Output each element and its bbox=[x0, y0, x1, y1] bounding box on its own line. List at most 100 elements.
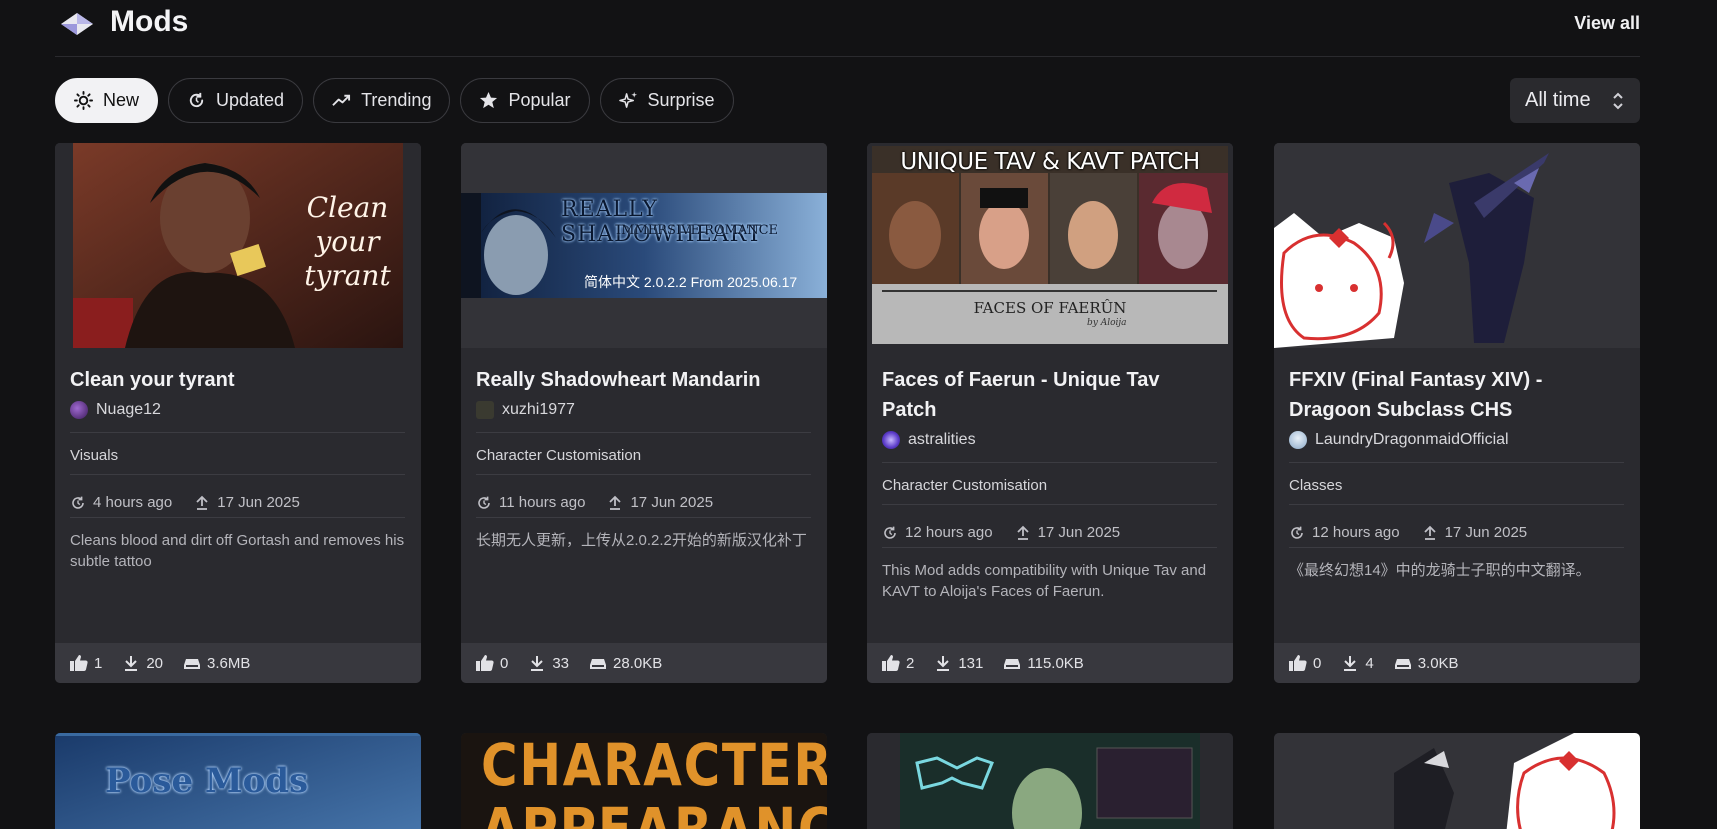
file-size: 3.6MB bbox=[207, 654, 251, 672]
thumbnail-image bbox=[1274, 143, 1640, 348]
tab-surprise[interactable]: Surprise bbox=[599, 78, 734, 123]
size-stat: 3.6MB bbox=[183, 655, 250, 672]
mod-card[interactable] bbox=[867, 733, 1233, 829]
mod-card[interactable]: Pose Mods bbox=[55, 733, 421, 829]
mod-dates: 4 hours ago 17 Jun 2025 bbox=[70, 474, 405, 517]
mod-description: This Mod adds compatibility with Unique … bbox=[882, 547, 1217, 602]
thumbs-up-icon bbox=[1289, 655, 1307, 671]
like-count: 1 bbox=[94, 654, 103, 672]
mod-thumbnail[interactable]: UNIQUE TAV & KAVT PATCH FACES OF FAERÛN … bbox=[867, 143, 1233, 348]
thumbnail-image bbox=[867, 733, 1233, 829]
mod-title[interactable]: Clean your tyrant bbox=[70, 365, 405, 395]
logo-icon bbox=[61, 13, 93, 35]
updated-date: 12 hours ago bbox=[1289, 518, 1400, 547]
thumbnail-caption: by Aloija bbox=[1087, 318, 1127, 328]
mod-card[interactable]: FFXIV (Final Fantasy XIV) - Dragoon Subc… bbox=[1274, 143, 1640, 683]
like-button[interactable]: 2 bbox=[882, 655, 914, 672]
download-count: 20 bbox=[146, 654, 164, 672]
tab-popular[interactable]: Popular bbox=[460, 78, 590, 123]
updated-text: 12 hours ago bbox=[905, 524, 993, 541]
like-button[interactable]: 0 bbox=[1289, 655, 1321, 672]
upload-icon bbox=[1016, 525, 1029, 540]
section-header: Mods View all bbox=[55, 0, 1640, 57]
upload-date: 17 Jun 2025 bbox=[1015, 518, 1121, 547]
mod-stats: 1 20 3.6MB bbox=[55, 643, 421, 683]
file-size: 28.0KB bbox=[613, 654, 663, 672]
mod-author[interactable]: Nuage12 bbox=[70, 401, 161, 419]
upload-date: 17 Jun 2025 bbox=[1422, 518, 1528, 547]
mod-card[interactable]: Clean your tyrant Clean your tyrant Nuag… bbox=[55, 143, 421, 683]
thumbnail-headline: CHARACTER APPEARANCE bbox=[481, 733, 827, 829]
sort-select[interactable]: All time bbox=[1510, 78, 1640, 123]
download-count: 4 bbox=[1365, 654, 1374, 672]
mod-title[interactable]: FFXIV (Final Fantasy XIV) - Dragoon Subc… bbox=[1289, 365, 1624, 425]
like-count: 2 bbox=[906, 654, 915, 672]
tab-label: Updated bbox=[216, 90, 285, 110]
mod-stats: 0 4 3.0KB bbox=[1274, 643, 1640, 683]
avatar bbox=[1289, 431, 1307, 449]
avatar bbox=[476, 401, 494, 419]
mod-thumbnail[interactable]: REALLY SHADOWHEART IMMERSIVE ROMANCE 简体中… bbox=[461, 143, 827, 348]
clock-refresh-icon bbox=[884, 526, 896, 539]
tab-label: Trending bbox=[361, 90, 432, 110]
like-count: 0 bbox=[1313, 654, 1322, 672]
tab-trending[interactable]: Trending bbox=[313, 78, 451, 123]
mod-stats: 2 131 115.0KB bbox=[867, 643, 1233, 683]
mod-thumbnail[interactable] bbox=[1274, 143, 1640, 348]
mod-title[interactable]: Faces of Faerun - Unique Tav Patch bbox=[882, 365, 1217, 425]
download-count: 33 bbox=[552, 654, 570, 672]
hard-drive-icon bbox=[1394, 659, 1411, 669]
mod-category[interactable]: Character Customisation bbox=[882, 462, 1217, 504]
like-count: 0 bbox=[500, 654, 509, 672]
thumbs-up-icon bbox=[70, 655, 88, 671]
download-stat: 33 bbox=[528, 655, 569, 672]
author-name: astralities bbox=[908, 431, 976, 448]
clock-refresh-icon bbox=[478, 496, 490, 509]
thumbnail-subhead: IMMERSIVE ROMANCE bbox=[616, 223, 779, 238]
mod-thumbnail[interactable]: Clean your tyrant bbox=[55, 143, 421, 348]
upload-text: 17 Jun 2025 bbox=[1444, 524, 1528, 541]
tab-label: New bbox=[103, 90, 140, 110]
sort-value: All time bbox=[1525, 89, 1591, 111]
tab-updated[interactable]: Updated bbox=[168, 78, 304, 123]
download-count: 131 bbox=[958, 654, 984, 672]
mod-card[interactable]: CHARACTER APPEARANCE bbox=[461, 733, 827, 829]
upload-text: 17 Jun 2025 bbox=[217, 494, 300, 511]
mod-card[interactable]: REALLY SHADOWHEART IMMERSIVE ROMANCE 简体中… bbox=[461, 143, 827, 683]
upload-text: 17 Jun 2025 bbox=[1037, 524, 1121, 541]
mod-description: 长期无人更新，上传从2.0.2.2开始的新版汉化补丁 bbox=[476, 517, 811, 551]
mod-title[interactable]: Really Shadowheart Mandarin bbox=[476, 365, 811, 395]
thumbnail-subhead: FACES OF FAERÛN bbox=[973, 299, 1127, 317]
like-button[interactable]: 0 bbox=[476, 655, 508, 672]
mod-category[interactable]: Visuals bbox=[70, 432, 405, 474]
download-icon bbox=[125, 656, 138, 671]
like-button[interactable]: 1 bbox=[70, 655, 102, 672]
mod-category[interactable]: Classes bbox=[1289, 462, 1624, 504]
mod-description: Cleans blood and dirt off Gortash and re… bbox=[70, 517, 405, 572]
mod-stats: 0 33 28.0KB bbox=[461, 643, 827, 683]
mod-dates: 11 hours ago 17 Jun 2025 bbox=[476, 474, 811, 517]
tab-new[interactable]: New bbox=[55, 78, 159, 123]
mod-card[interactable]: UNIQUE TAV & KAVT PATCH FACES OF FAERÛN … bbox=[867, 143, 1233, 683]
view-all-link[interactable]: View all bbox=[1574, 13, 1640, 34]
hard-drive-icon bbox=[184, 659, 201, 669]
thumbnail-headline: UNIQUE TAV & KAVT PATCH bbox=[900, 149, 1200, 175]
mod-category[interactable]: Character Customisation bbox=[476, 432, 811, 474]
upload-icon bbox=[196, 495, 208, 510]
size-stat: 3.0KB bbox=[1394, 655, 1459, 672]
trending-icon bbox=[332, 94, 351, 106]
author-name: Nuage12 bbox=[96, 401, 161, 418]
updated-text: 4 hours ago bbox=[93, 494, 173, 511]
filter-tabs: New Updated Trending Popular Surprise bbox=[55, 78, 734, 123]
updated-date: 4 hours ago bbox=[70, 488, 172, 517]
tab-label: Popular bbox=[508, 90, 571, 110]
mod-author[interactable]: LaundryDragonmaidOfficial bbox=[1289, 431, 1509, 449]
page-title: Mods bbox=[110, 5, 189, 38]
mod-author[interactable]: astralities bbox=[882, 431, 976, 449]
thumbnail-caption: Clean your tyrant bbox=[304, 191, 391, 292]
mod-card[interactable] bbox=[1274, 733, 1640, 829]
mod-author[interactable]: xuzhi1977 bbox=[476, 401, 575, 419]
upload-text: 17 Jun 2025 bbox=[630, 494, 714, 511]
avatar bbox=[882, 431, 900, 449]
mod-dates: 12 hours ago 17 Jun 2025 bbox=[882, 504, 1217, 547]
